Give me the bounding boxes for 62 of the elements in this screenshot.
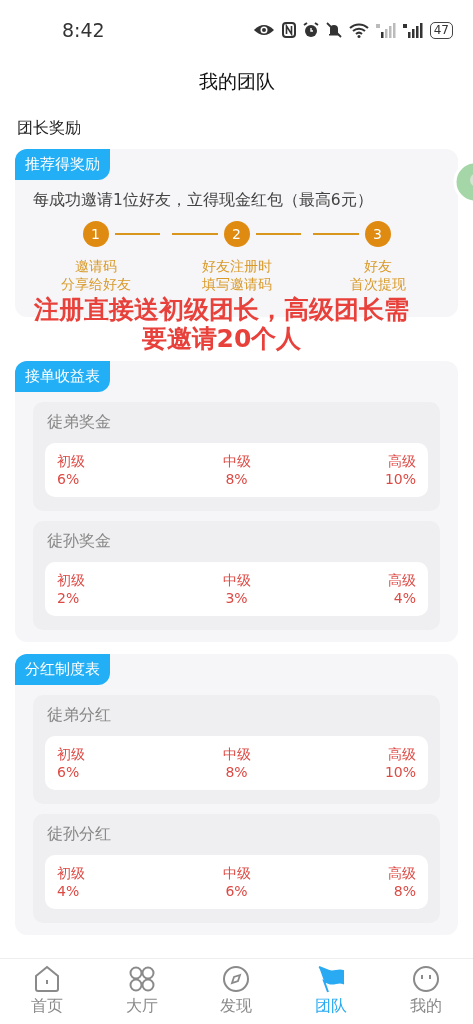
card-tag: 推荐得奖励 — [15, 149, 110, 180]
level-value: 6% — [57, 763, 81, 781]
level-name: 中级 — [221, 864, 252, 882]
step-label: 邀请码 分享给好友 — [60, 257, 131, 293]
step-number: 1 — [82, 221, 109, 247]
muted-bell-icon — [325, 22, 342, 38]
level-value: 3% — [224, 589, 249, 607]
card-tag: 分红制度表 — [15, 654, 110, 685]
tab-item[interactable]: 大厅 — [94, 959, 190, 1024]
section-title: 团长奖励 — [16, 117, 82, 139]
level-name: 高级 — [387, 452, 416, 470]
group-title: 徒孙分红 — [46, 824, 112, 845]
level-name: 初级 — [57, 864, 86, 882]
step-connector — [172, 233, 218, 235]
level-value: 4% — [392, 589, 416, 607]
alarm-icon — [302, 22, 319, 38]
compass-icon — [221, 964, 252, 994]
nfc-icon — [281, 22, 296, 38]
group-title: 徒弟奖金 — [46, 412, 112, 433]
level-value: 6% — [57, 470, 81, 488]
card-tag: 接单收益表 — [15, 361, 110, 392]
level-value: 10% — [383, 470, 416, 488]
referral-description: 每成功邀请1位好友，立得现金红包（最高6元） — [32, 190, 374, 211]
tab-item[interactable]: 我的 — [378, 959, 473, 1024]
status-time: 8:42 — [62, 19, 105, 41]
level-value: 2% — [57, 589, 81, 607]
battery-indicator: 47 — [429, 21, 453, 39]
tab-item[interactable]: 发现 — [189, 959, 284, 1024]
level-name: 初级 — [57, 571, 86, 589]
level-name: 高级 — [387, 745, 416, 763]
flag-icon — [316, 964, 347, 994]
eye-icon — [252, 23, 275, 37]
level-value: 6% — [224, 882, 249, 900]
level-name: 高级 — [387, 571, 416, 589]
group-title: 徒弟分红 — [46, 705, 112, 726]
level-value: 10% — [383, 763, 416, 781]
step-connector — [114, 233, 160, 235]
level-value: 8% — [392, 882, 416, 900]
level-name: 中级 — [221, 745, 252, 763]
step-label: 好友 首次提现 — [349, 257, 406, 293]
level-value: 8% — [224, 763, 249, 781]
group-title: 徒孙奖金 — [46, 531, 112, 552]
level-value: 4% — [57, 882, 81, 900]
level-name: 初级 — [57, 745, 86, 763]
wifi-icon — [348, 22, 369, 38]
step-label: 好友注册时 填写邀请码 — [201, 257, 272, 293]
overlay-note: 注册直接送初级团长，高级团长需要邀请20个人 — [33, 295, 410, 353]
tab-item[interactable]: 团队 — [283, 959, 379, 1024]
step-number: 3 — [364, 221, 391, 247]
step-connector — [313, 233, 359, 235]
tab-item[interactable]: 首页 — [0, 959, 95, 1024]
page-title: 我的团队 — [198, 69, 275, 94]
level-value: 8% — [224, 470, 249, 488]
level-name: 高级 — [387, 864, 416, 882]
signal-icon — [375, 22, 396, 38]
level-name: 中级 — [221, 571, 252, 589]
level-name: 中级 — [221, 452, 252, 470]
step-number: 2 — [223, 221, 250, 247]
face-icon — [410, 964, 441, 994]
step-connector — [255, 233, 301, 235]
level-name: 初级 — [57, 452, 86, 470]
signal-icon — [402, 22, 423, 38]
